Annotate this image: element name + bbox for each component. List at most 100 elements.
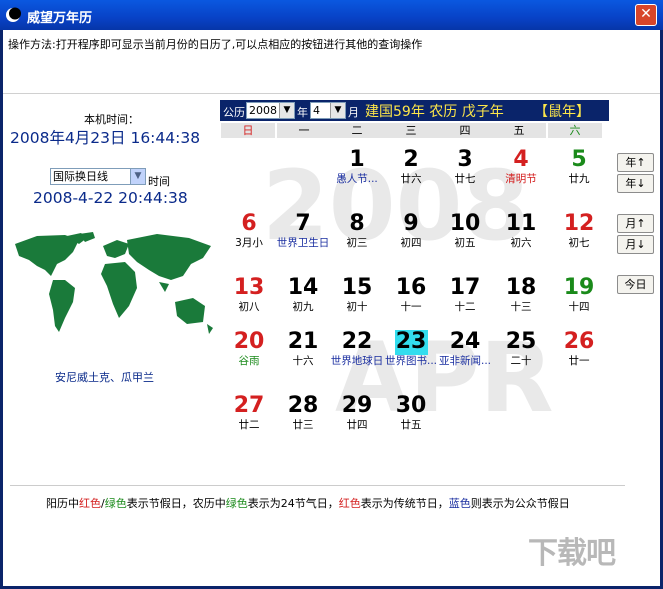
lunar-label: 十六 [292, 355, 314, 367]
day-number: 22 [341, 329, 373, 354]
year-down-button[interactable]: 年↓ [617, 174, 654, 193]
dropdown-arrow-icon[interactable]: ▼ [330, 103, 345, 118]
timezone-time-label: 时间 [148, 175, 170, 188]
month-up-button[interactable]: 月↑ [617, 214, 654, 233]
day-cell[interactable]: 24 亚非新闻... [438, 330, 492, 386]
moon-icon [6, 7, 21, 22]
lunar-label: 亚非新闻... [438, 355, 491, 367]
day-cell[interactable]: 16 十一 [384, 276, 438, 332]
lunar-label: 十二 [454, 301, 476, 313]
day-cell[interactable]: 7 世界卫生日 [276, 212, 330, 268]
weekday-4: 四 [438, 123, 492, 138]
day-number: 23 [394, 329, 428, 355]
close-button[interactable]: ✕ [635, 4, 657, 26]
day-cell[interactable]: 25 二十 [494, 330, 548, 386]
day-cell[interactable]: 22 世界地球日 [330, 330, 384, 386]
day-cell[interactable]: 30 廿五 [384, 394, 438, 450]
day-number: 10 [449, 211, 481, 236]
dropdown-arrow-icon[interactable]: ▼ [130, 169, 145, 184]
day-cell[interactable]: 27 廿二 [222, 394, 276, 450]
day-cell[interactable]: 17 十二 [438, 276, 492, 332]
day-cell[interactable]: 18 十三 [494, 276, 548, 332]
day-number: 26 [563, 329, 595, 354]
month-select[interactable]: 4 ▼ [310, 102, 346, 119]
legend-segment: 表示为传统节日， [360, 497, 449, 510]
legend-segment: 绿色 [225, 497, 248, 510]
day-number: 3 [457, 147, 473, 172]
day-cell[interactable]: 12 初七 [552, 212, 606, 268]
day-number: 17 [449, 275, 481, 300]
weekday-5: 五 [492, 123, 546, 138]
legend-segment: 阳历中 [46, 497, 79, 510]
lunar-label: 廿三 [292, 419, 314, 431]
month-label: 月 [348, 106, 359, 119]
day-cell[interactable]: 20 谷雨 [222, 330, 276, 386]
day-cell[interactable]: 15 初十 [330, 276, 384, 332]
dropdown-arrow-icon[interactable]: ▼ [279, 103, 294, 118]
lunar-label: 十一 [400, 301, 422, 313]
weekday-3: 三 [384, 123, 438, 138]
day-cell[interactable]: 14 初九 [276, 276, 330, 332]
lunar-label: 初四 [400, 237, 422, 249]
timezone-time: 2008-4-22 20:44:38 [33, 189, 188, 207]
day-number: 5 [571, 147, 587, 172]
day-number: 13 [233, 275, 265, 300]
day-cell[interactable]: 1 愚人节... [330, 148, 384, 204]
day-number: 12 [563, 211, 595, 236]
lunar-label: 初五 [454, 237, 476, 249]
day-cell[interactable]: 23 世界图书... [384, 330, 438, 386]
day-cell[interactable]: 28 廿三 [276, 394, 330, 450]
day-cell[interactable]: 5 廿九 [552, 148, 606, 204]
title-bar[interactable]: 威望万年历 ✕ [0, 0, 663, 30]
year-select-value: 2008 [249, 104, 277, 117]
day-cell[interactable]: 21 十六 [276, 330, 330, 386]
legend-segment: 表示为24节气日， [247, 497, 339, 510]
legend-segment: 红色 [338, 497, 361, 510]
day-number: 9 [403, 211, 419, 236]
lunar-label: 3月小 [235, 237, 263, 249]
day-cell[interactable]: 11 初六 [494, 212, 548, 268]
lunar-label: 谷雨 [238, 355, 260, 367]
day-cell[interactable]: 9 初四 [384, 212, 438, 268]
instructions-text: 操作方法:打开程序即可显示当前月份的日历了,可以点相应的按钮进行其他的查询操作 [8, 38, 423, 51]
divider [10, 485, 625, 486]
legend-segment: 蓝色 [448, 497, 471, 510]
month-down-button[interactable]: 月↓ [617, 235, 654, 254]
lunar-label: 初三 [346, 237, 368, 249]
day-cell[interactable]: 13 初八 [222, 276, 276, 332]
day-number: 21 [287, 329, 319, 354]
day-cell[interactable]: 10 初五 [438, 212, 492, 268]
lunar-label: 廿五 [400, 419, 422, 431]
lunar-year-text: 建国59年 农历 戊子年 [365, 104, 504, 120]
calendar-header: 公历 2008 ▼ 年 4 ▼ 月 建国59年 农历 戊子年 【鼠年】 [220, 100, 609, 121]
timezone-select[interactable]: 国际换日线 ▼ [50, 168, 146, 185]
day-cell[interactable]: 2 廿六 [384, 148, 438, 204]
legend-segment: 红色 [79, 497, 101, 510]
day-cell[interactable]: 8 初三 [330, 212, 384, 268]
instructions-box[interactable]: 操作方法:打开程序即可显示当前月份的日历了,可以点相应的按钮进行其他的查询操作 [3, 30, 660, 94]
day-number: 14 [287, 275, 319, 300]
day-cell[interactable]: 26 廿一 [552, 330, 606, 386]
day-number: 15 [341, 275, 373, 300]
day-cell[interactable]: 6 3月小 [222, 212, 276, 268]
day-cell[interactable]: 29 廿四 [330, 394, 384, 450]
day-cell[interactable]: 3 廿七 [438, 148, 492, 204]
lunar-label: 初六 [510, 237, 532, 249]
city-name: 安尼威土克、瓜甲兰 [55, 371, 154, 384]
day-number: 4 [513, 147, 529, 172]
year-up-button[interactable]: 年↑ [617, 153, 654, 172]
weekday-2: 二 [330, 123, 384, 138]
day-number: 18 [505, 275, 537, 300]
year-select[interactable]: 2008 ▼ [246, 102, 295, 119]
day-number: 8 [349, 211, 365, 236]
lunar-label: 世界图书... [384, 355, 437, 367]
lunar-label: 世界卫生日 [276, 237, 330, 249]
weekday-0: 日 [221, 123, 275, 138]
gongli-label: 公历 [223, 106, 245, 119]
lunar-label: 愚人节... [336, 173, 378, 185]
day-number: 11 [505, 211, 537, 236]
day-cell[interactable]: 19 十四 [552, 276, 606, 332]
day-cell[interactable]: 4 清明节 [494, 148, 548, 204]
today-button[interactable]: 今日 [617, 275, 654, 294]
local-time-label: 本机时间： [84, 113, 139, 126]
